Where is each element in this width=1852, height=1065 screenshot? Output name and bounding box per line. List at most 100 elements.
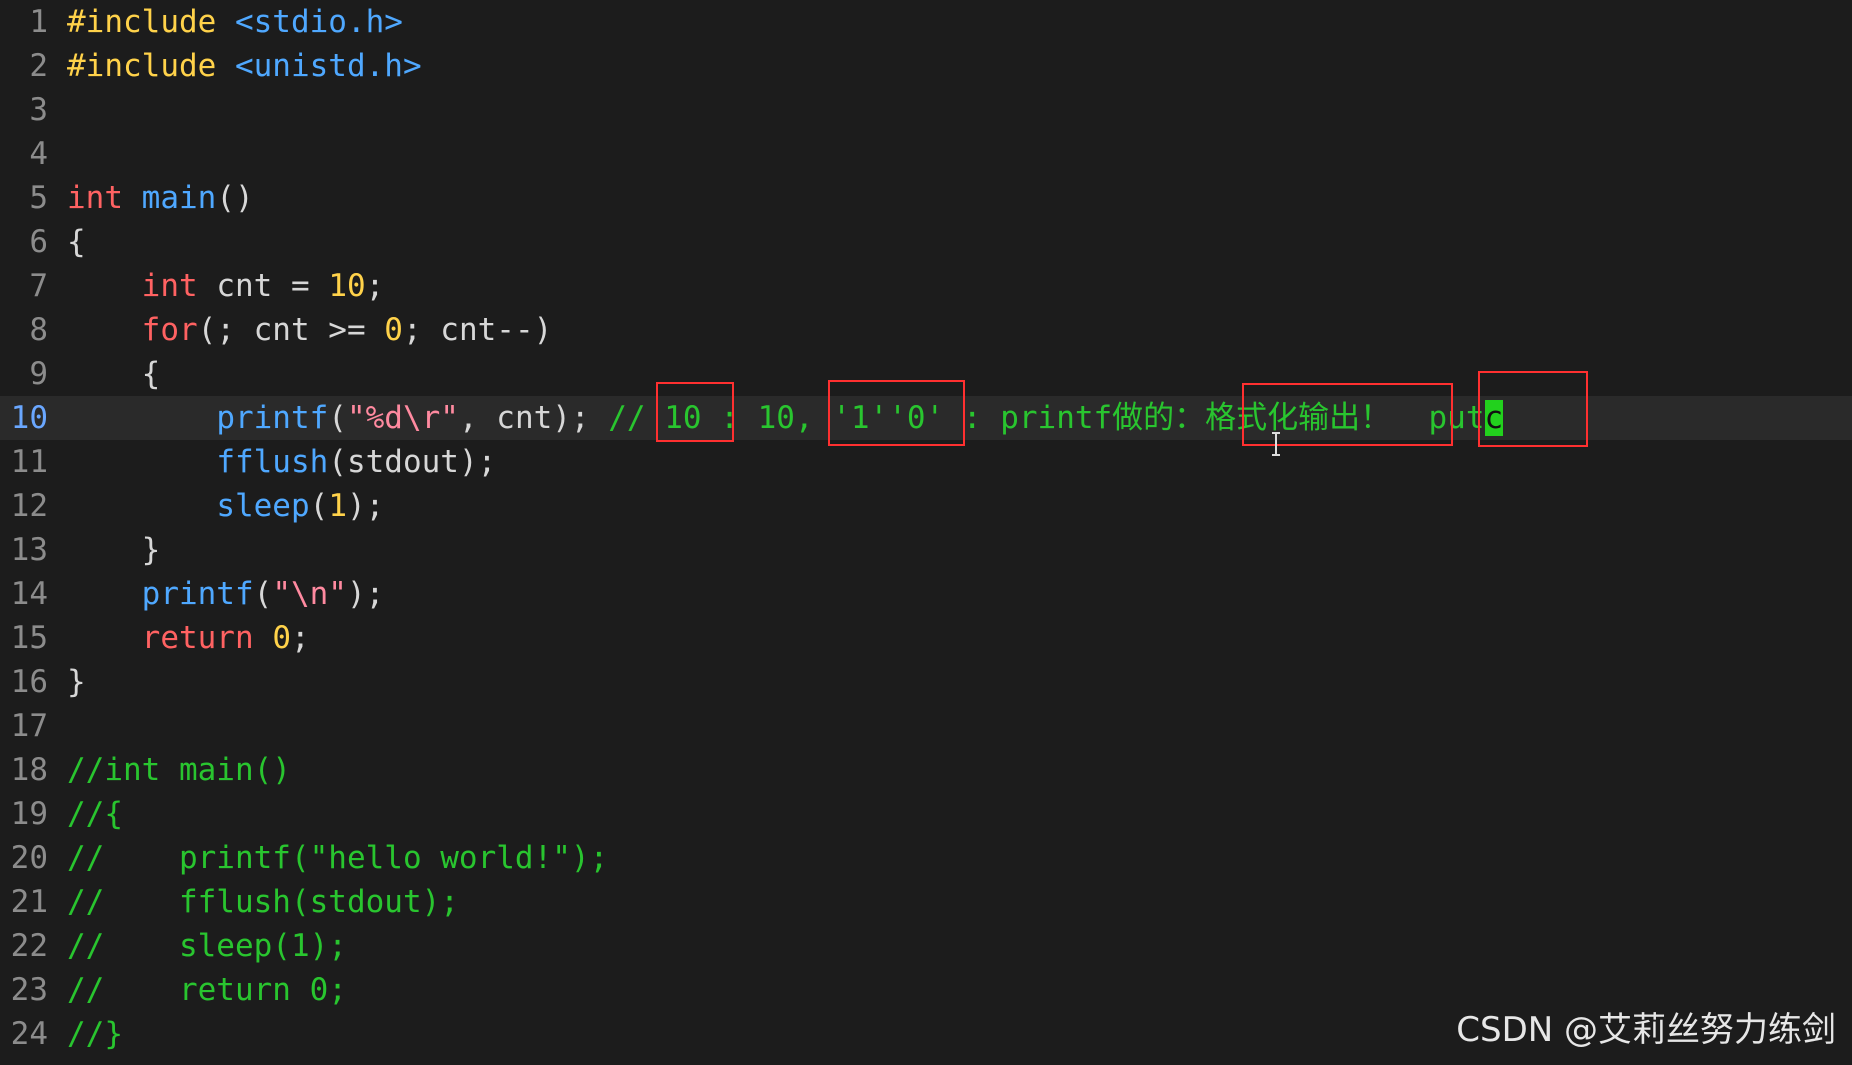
line-number[interactable]: 3	[0, 88, 48, 132]
line-number[interactable]: 18	[0, 748, 48, 792]
code-token: {	[67, 356, 161, 392]
code-text[interactable]: {	[67, 352, 161, 396]
code-token: <unistd.h>	[234, 48, 422, 84]
code-token: (	[253, 576, 273, 612]
code-line[interactable]: 17	[0, 704, 1852, 748]
annotation-box-putc	[1478, 371, 1588, 447]
code-token: #include	[67, 48, 235, 84]
code-token: #include	[67, 4, 235, 40]
code-token: 0	[384, 312, 403, 348]
code-text[interactable]: sleep(1);	[67, 484, 384, 528]
code-text[interactable]: printf("\n");	[67, 572, 385, 616]
line-number[interactable]: 20	[0, 836, 48, 880]
code-line[interactable]: 14 printf("\n");	[0, 572, 1852, 616]
code-text[interactable]: for(; cnt >= 0; cnt--)	[67, 308, 553, 352]
code-token: printf	[216, 400, 329, 436]
line-number[interactable]: 24	[0, 1012, 48, 1056]
code-editor[interactable]: 1 #include <stdio.h> 2 #include <unistd.h> 3…	[0, 0, 1852, 1065]
code-text[interactable]: // return 0;	[67, 968, 347, 1012]
code-text[interactable]: int main()	[67, 176, 254, 220]
code-token: "\n"	[272, 576, 347, 612]
watermark: CSDN @艾莉丝努力练剑	[1456, 1010, 1836, 1050]
code-text[interactable]: // sleep(1);	[67, 924, 347, 968]
code-text[interactable]: // fflush(stdout);	[67, 880, 459, 924]
line-number[interactable]: 8	[0, 308, 48, 352]
annotation-box-char-digits	[828, 380, 965, 446]
line-number[interactable]: 19	[0, 792, 48, 836]
code-line[interactable]: 7 int cnt = 10;	[0, 264, 1852, 308]
code-text[interactable]: fflush(stdout);	[67, 440, 496, 484]
code-line[interactable]: 6{	[0, 220, 1852, 264]
line-number[interactable]: 9	[0, 352, 48, 396]
line-number[interactable]: 13	[0, 528, 48, 572]
code-line[interactable]: 12 sleep(1);	[0, 484, 1852, 528]
code-line[interactable]: 8 for(; cnt >= 0; cnt--)	[0, 308, 1852, 352]
code-text[interactable]: }	[67, 528, 161, 572]
code-text[interactable]: int cnt = 10;	[67, 264, 385, 308]
code-text[interactable]: //int main()	[67, 748, 291, 792]
code-token: 10	[328, 268, 366, 304]
code-text[interactable]: #include <stdio.h>	[67, 0, 403, 44]
line-number[interactable]: 2	[0, 44, 48, 88]
code-token: printf	[141, 576, 254, 612]
code-line[interactable]: 22 // sleep(1);	[0, 924, 1852, 968]
code-line[interactable]: 21 // fflush(stdout);	[0, 880, 1852, 924]
line-number[interactable]: 22	[0, 924, 48, 968]
code-line[interactable]: 18 //int main()	[0, 748, 1852, 792]
code-token: (	[309, 488, 329, 524]
code-token: }	[67, 532, 161, 568]
code-line[interactable]: 13 }	[0, 528, 1852, 572]
code-token: ()	[216, 180, 254, 216]
line-number[interactable]: 7	[0, 264, 48, 308]
line-number[interactable]: 15	[0, 616, 48, 660]
code-text[interactable]: #include <unistd.h>	[67, 44, 422, 88]
code-text[interactable]: {	[67, 220, 86, 264]
code-text[interactable]: }	[67, 660, 86, 704]
code-token: //int main()	[67, 752, 291, 788]
code-token: );	[346, 488, 385, 524]
line-number[interactable]: 1	[0, 0, 48, 44]
code-token: 0	[272, 620, 291, 656]
code-line[interactable]: 19 //{	[0, 792, 1852, 836]
code-token: sleep	[216, 488, 310, 524]
code-token: );	[346, 576, 385, 612]
line-number[interactable]: 4	[0, 132, 48, 176]
code-text[interactable]: //{	[67, 792, 123, 836]
code-token: return	[141, 620, 254, 656]
code-text[interactable]: return 0;	[67, 616, 310, 660]
code-token: }	[67, 664, 86, 700]
code-line[interactable]: 3	[0, 88, 1852, 132]
code-token: //{	[67, 796, 123, 832]
code-line[interactable]: 15 return 0;	[0, 616, 1852, 660]
line-number[interactable]: 11	[0, 440, 48, 484]
code-token: int	[67, 180, 123, 216]
code-text[interactable]: // printf("hello world!");	[67, 836, 608, 880]
line-number[interactable]: 10	[0, 396, 48, 440]
line-number[interactable]: 6	[0, 220, 48, 264]
line-number[interactable]: 5	[0, 176, 48, 220]
code-line[interactable]: 5 int main()	[0, 176, 1852, 220]
code-token: // printf("hello world!");	[67, 840, 609, 876]
code-line[interactable]: 2 #include <unistd.h>	[0, 44, 1852, 88]
code-line[interactable]: 1 #include <stdio.h>	[0, 0, 1852, 44]
code-token: fflush	[216, 444, 329, 480]
line-number[interactable]: 17	[0, 704, 48, 748]
line-number[interactable]: 16	[0, 660, 48, 704]
code-line[interactable]: 20 // printf("hello world!");	[0, 836, 1852, 880]
line-number[interactable]: 14	[0, 572, 48, 616]
code-token: for	[141, 312, 198, 348]
code-line[interactable]: 4	[0, 132, 1852, 176]
code-token: // return 0;	[67, 972, 347, 1008]
line-number[interactable]: 12	[0, 484, 48, 528]
code-line[interactable]: 16}	[0, 660, 1852, 704]
code-text[interactable]: //}	[67, 1012, 123, 1056]
code-token: ;	[365, 268, 385, 304]
line-number[interactable]: 23	[0, 968, 48, 1012]
code-token: (; cnt >=	[197, 312, 385, 348]
line-number[interactable]: 21	[0, 880, 48, 924]
